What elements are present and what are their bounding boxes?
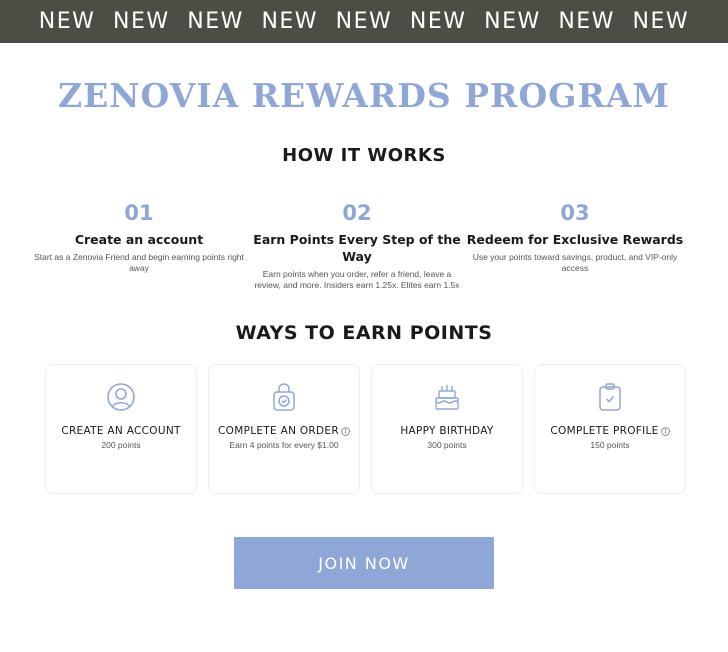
earn-card-label: COMPLETE PROFILE (550, 425, 659, 437)
banner-item: NEW (632, 9, 690, 34)
how-it-works-heading: HOW IT WORKS (282, 145, 446, 166)
earn-card-label: COMPLETE AN ORDER (218, 425, 339, 437)
banner-item: NEW (113, 9, 170, 34)
banner-item: NEW (187, 9, 244, 34)
info-icon[interactable] (341, 426, 350, 436)
user-circle-icon (107, 383, 135, 411)
step-title: Earn Points Every Step of the Way (253, 232, 461, 264)
earn-card-label: HAPPY BIRTHDAY (400, 425, 494, 437)
step-description: Start as a Zenovia Friend and begin earn… (34, 252, 244, 273)
step-title: Create an account (74, 232, 204, 247)
earn-card-label: CREATE AN ACCOUNT (61, 425, 181, 437)
step-create-account: 01 Create an account Start as a Zenovia … (29, 200, 249, 274)
step-earn-points: 02 Earn Points Every Step of the Way Ear… (247, 200, 467, 291)
earn-card-complete-order: COMPLETE AN ORDER Earn 4 points for ever… (208, 364, 360, 494)
info-icon[interactable] (660, 426, 670, 436)
clipboard-check-icon (599, 383, 621, 411)
birthday-cake-icon (435, 385, 459, 410)
banner-item: NEW (484, 9, 541, 34)
earn-card-points: 200 points (101, 440, 141, 450)
step-number: 01 (124, 201, 154, 225)
step-redeem-rewards: 03 Redeem for Exclusive Rewards Use your… (465, 200, 685, 274)
earn-card-create-account: CREATE AN ACCOUNT 200 points (45, 364, 197, 494)
new-banner: NEW NEW NEW NEW NEW NEW NEW NEW NEW (0, 0, 728, 43)
step-description: Earn points when you order, refer a frie… (254, 269, 460, 290)
earn-card-complete-profile: COMPLETE PROFILE 150 points (534, 364, 686, 494)
banner-item: NEW (558, 9, 615, 34)
banner-item: NEW (38, 9, 96, 34)
join-now-button[interactable]: JOIN NOW (234, 537, 494, 589)
ways-to-earn-heading: WAYS TO EARN POINTS (235, 322, 493, 344)
shopping-bag-icon (273, 383, 295, 411)
banner-item: NEW (335, 9, 393, 34)
step-description: Use your points toward savings, product,… (472, 252, 678, 273)
earn-card-points: 150 points (590, 440, 630, 450)
earn-card-points: Earn 4 points for every $1.00 (229, 440, 339, 450)
step-number: 02 (342, 201, 372, 225)
earn-card-birthday: HAPPY BIRTHDAY 300 points (371, 364, 523, 494)
earn-card-points: 300 points (427, 440, 467, 450)
step-title: Redeem for Exclusive Rewards (466, 232, 684, 247)
banner-item: NEW (409, 9, 467, 34)
banner-item: NEW (261, 9, 319, 34)
step-number: 03 (560, 201, 590, 225)
page-title: ZENOVIA REWARDS PROGRAM (58, 76, 670, 115)
